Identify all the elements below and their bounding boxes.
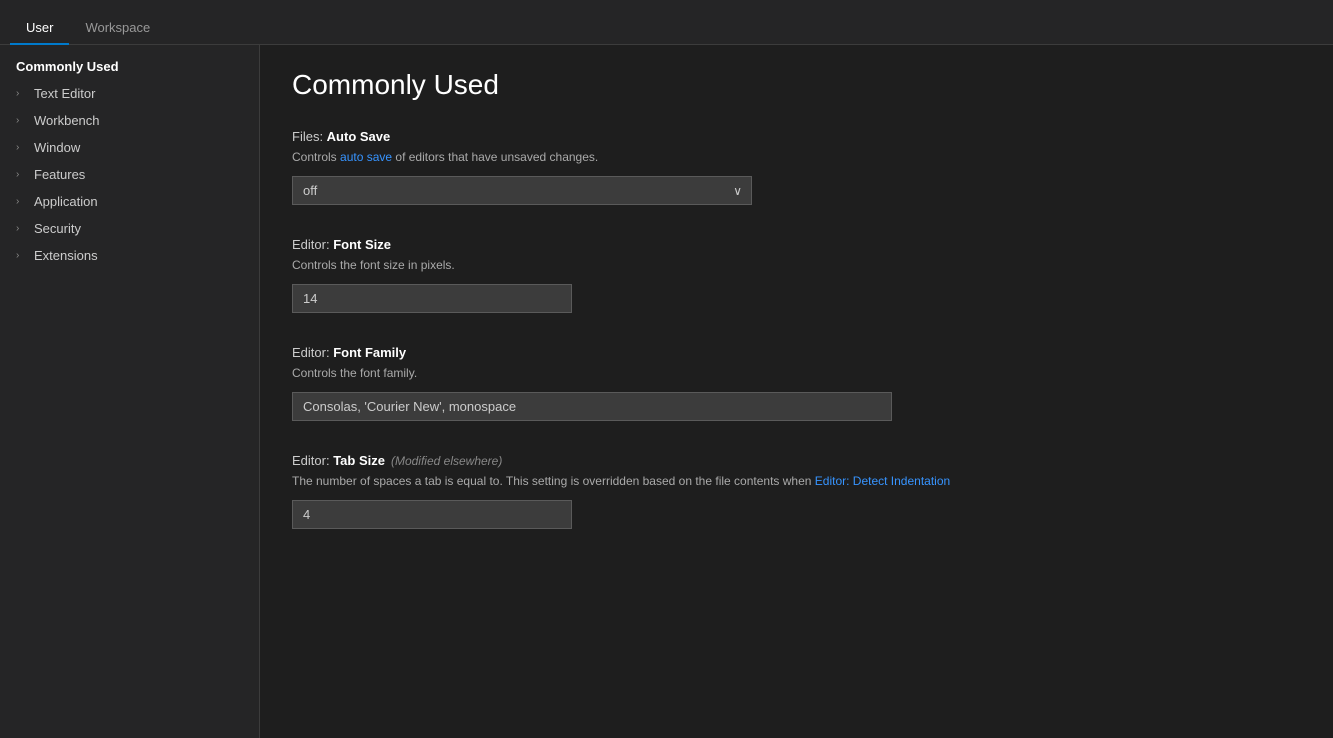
- setting-desc-font-size: Controls the font size in pixels.: [292, 256, 1301, 274]
- setting-label-tab-size: Editor: Tab Size (Modified elsewhere): [292, 453, 1301, 468]
- desc-text: The number of spaces a tab is equal to. …: [292, 474, 815, 488]
- setting-desc-font-family: Controls the font family.: [292, 364, 1301, 382]
- chevron-icon: ›: [16, 88, 28, 99]
- setting-desc-files-auto-save: Controls auto save of editors that have …: [292, 148, 1301, 166]
- sidebar-item-commonly-used[interactable]: Commonly Used: [0, 53, 259, 80]
- label-bold: Font Family: [333, 345, 406, 360]
- main-layout: Commonly Used › Text Editor › Workbench …: [0, 45, 1333, 738]
- font-size-input[interactable]: [292, 284, 572, 313]
- chevron-icon: ›: [16, 142, 28, 153]
- label-bold: Auto Save: [327, 129, 391, 144]
- setting-label-font-size: Editor: Font Size: [292, 237, 1301, 252]
- page-title: Commonly Used: [292, 69, 1301, 101]
- tab-bar: User Workspace: [0, 0, 1333, 45]
- settings-content: Commonly Used Files: Auto Save Controls …: [260, 45, 1333, 738]
- label-bold: Tab Size: [333, 453, 385, 468]
- label-prefix: Editor:: [292, 453, 333, 468]
- sidebar-item-label: Commonly Used: [16, 59, 119, 74]
- label-prefix: Files:: [292, 129, 327, 144]
- label-bold: Font Size: [333, 237, 391, 252]
- sidebar: Commonly Used › Text Editor › Workbench …: [0, 45, 260, 738]
- detect-indentation-link[interactable]: Editor: Detect Indentation: [815, 474, 950, 488]
- setting-editor-font-size: Editor: Font Size Controls the font size…: [292, 237, 1301, 313]
- setting-label-files-auto-save: Files: Auto Save: [292, 129, 1301, 144]
- setting-files-auto-save: Files: Auto Save Controls auto save of e…: [292, 129, 1301, 205]
- sidebar-item-workbench[interactable]: › Workbench: [0, 107, 259, 134]
- setting-editor-font-family: Editor: Font Family Controls the font fa…: [292, 345, 1301, 421]
- desc-suffix: of editors that have unsaved changes.: [392, 150, 598, 164]
- sidebar-item-label: Features: [34, 167, 85, 182]
- sidebar-item-label: Window: [34, 140, 80, 155]
- setting-editor-tab-size: Editor: Tab Size (Modified elsewhere) The…: [292, 453, 1301, 529]
- font-family-input[interactable]: [292, 392, 892, 421]
- desc-text: Controls the font family.: [292, 366, 417, 380]
- modified-badge: (Modified elsewhere): [391, 454, 502, 468]
- tab-workspace[interactable]: Workspace: [69, 12, 166, 45]
- chevron-icon: ›: [16, 223, 28, 234]
- sidebar-item-application[interactable]: › Application: [0, 188, 259, 215]
- label-prefix: Editor:: [292, 345, 333, 360]
- tab-user[interactable]: User: [10, 12, 69, 45]
- sidebar-item-extensions[interactable]: › Extensions: [0, 242, 259, 269]
- chevron-icon: ›: [16, 250, 28, 261]
- auto-save-select[interactable]: off afterDelay onFocusChange onWindowCha…: [292, 176, 752, 205]
- sidebar-item-label: Workbench: [34, 113, 100, 128]
- sidebar-item-security[interactable]: › Security: [0, 215, 259, 242]
- sidebar-item-label: Extensions: [34, 248, 98, 263]
- sidebar-item-features[interactable]: › Features: [0, 161, 259, 188]
- tab-size-input[interactable]: [292, 500, 572, 529]
- chevron-icon: ›: [16, 196, 28, 207]
- auto-save-link[interactable]: auto save: [340, 150, 392, 164]
- chevron-icon: ›: [16, 169, 28, 180]
- setting-label-font-family: Editor: Font Family: [292, 345, 1301, 360]
- auto-save-dropdown-wrapper: off afterDelay onFocusChange onWindowCha…: [292, 176, 752, 205]
- desc-text: Controls: [292, 150, 340, 164]
- sidebar-item-label: Security: [34, 221, 81, 236]
- chevron-icon: ›: [16, 115, 28, 126]
- sidebar-item-window[interactable]: › Window: [0, 134, 259, 161]
- desc-text: Controls the font size in pixels.: [292, 258, 455, 272]
- label-prefix: Editor:: [292, 237, 333, 252]
- sidebar-item-label: Text Editor: [34, 86, 95, 101]
- sidebar-item-text-editor[interactable]: › Text Editor: [0, 80, 259, 107]
- setting-desc-tab-size: The number of spaces a tab is equal to. …: [292, 472, 1301, 490]
- sidebar-item-label: Application: [34, 194, 98, 209]
